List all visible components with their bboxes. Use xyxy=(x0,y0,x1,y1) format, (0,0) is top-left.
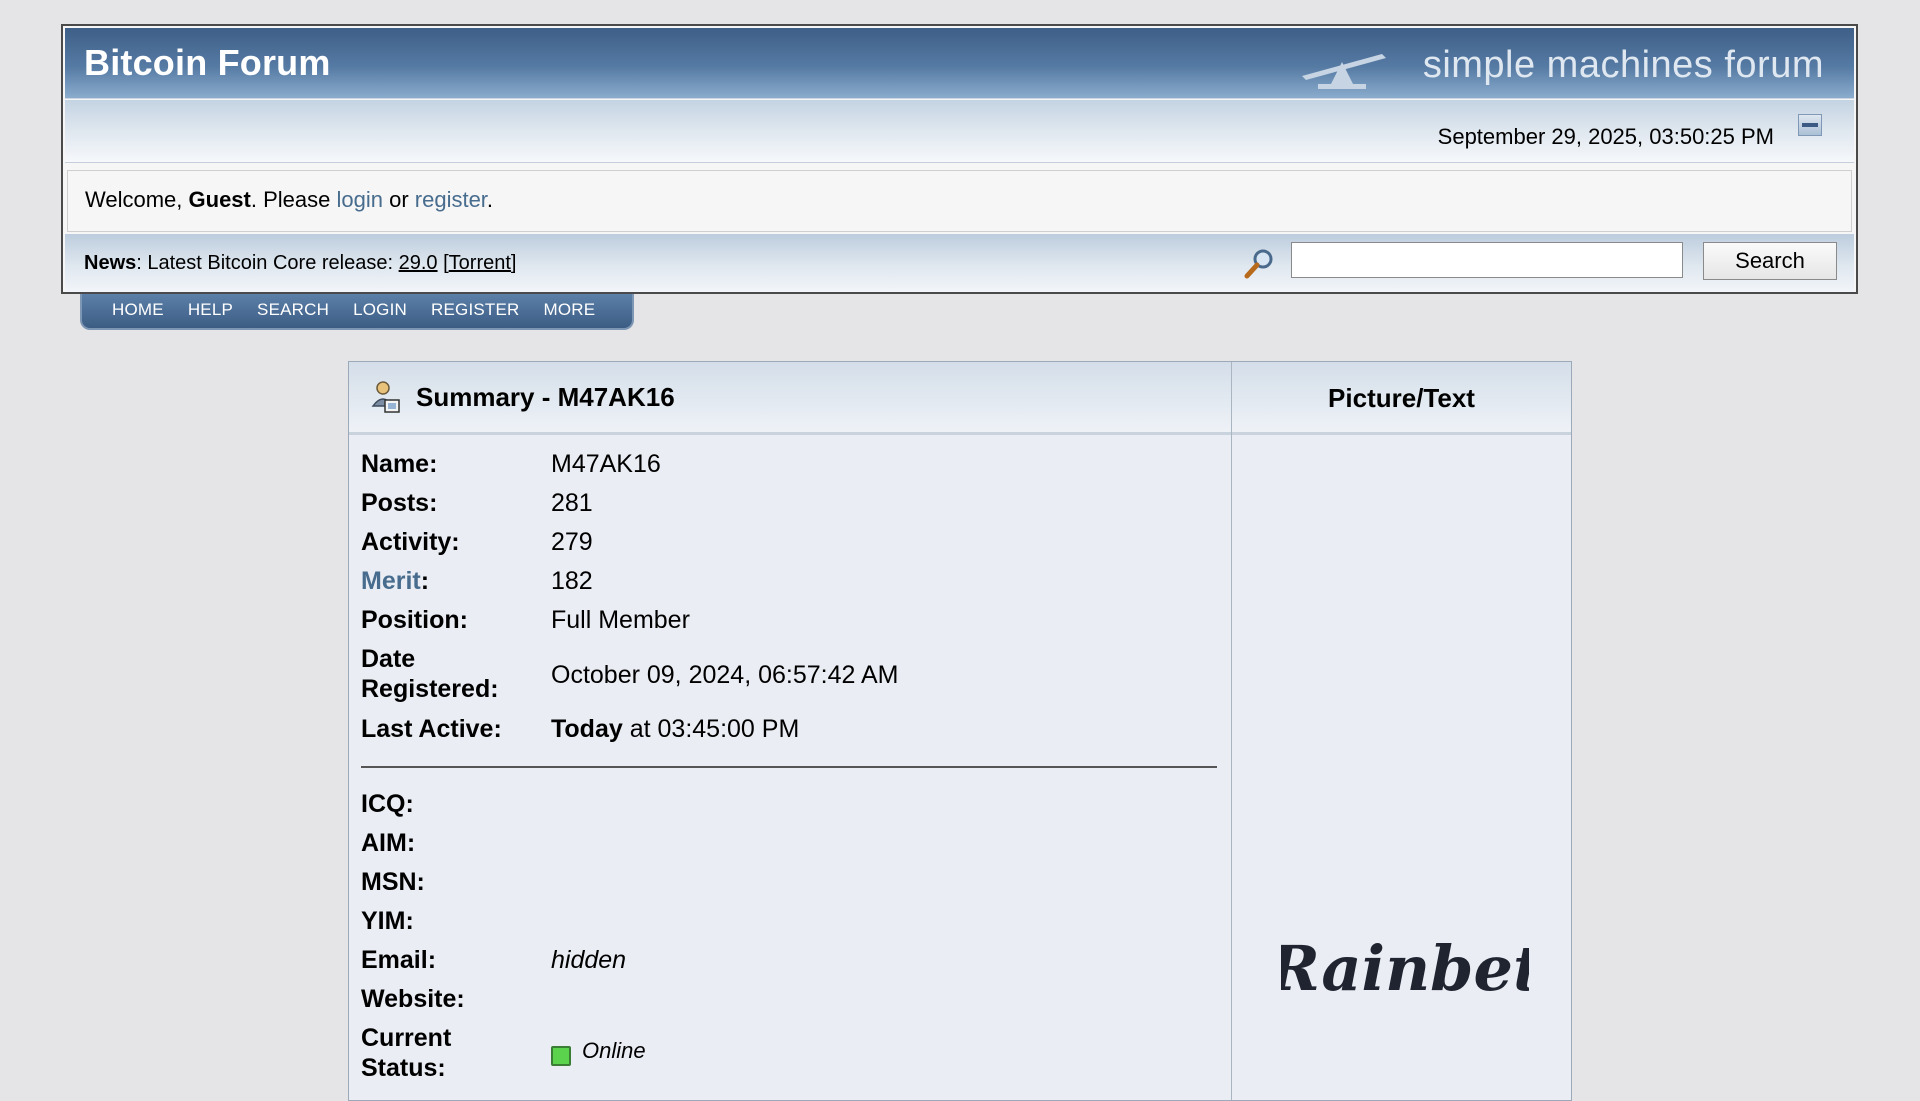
section-divider xyxy=(361,766,1217,768)
last-active-label: Last Active: xyxy=(361,715,502,743)
welcome-middle: . Please xyxy=(250,187,337,212)
email-value: hidden xyxy=(551,946,627,974)
welcome-suffix: . xyxy=(486,187,494,212)
menu-search[interactable]: SEARCH xyxy=(257,300,329,320)
msn-label: MSN: xyxy=(361,868,425,896)
menu-register[interactable]: REGISTER xyxy=(431,300,520,320)
welcome-or: or xyxy=(382,187,415,212)
news-close-bracket: ] xyxy=(510,252,517,274)
merit-label: Merit: xyxy=(361,566,429,596)
merit-link[interactable]: Merit xyxy=(361,567,421,595)
picture-text-header: Picture/Text xyxy=(1328,383,1475,413)
collapse-icon[interactable] xyxy=(1798,114,1822,136)
merit-value: 182 xyxy=(551,567,593,595)
column-divider xyxy=(1231,432,1232,1100)
title-bar: Bitcoin Forum simple machines forum xyxy=(65,28,1854,99)
activity-value: 279 xyxy=(551,528,593,556)
menu-help[interactable]: HELP xyxy=(188,300,233,320)
news-open-bracket: [ xyxy=(437,252,449,274)
name-value: M47AK16 xyxy=(551,450,661,478)
date-registered-label: Date Registered: xyxy=(361,644,499,704)
date-label-line2: Registered: xyxy=(361,675,499,703)
name-label: Name: xyxy=(361,450,438,478)
torrent-link[interactable]: Torrent xyxy=(449,252,511,274)
welcome-text: Welcome, Guest. Please login or register… xyxy=(85,187,493,213)
menu-login[interactable]: LOGIN xyxy=(353,300,407,320)
welcome-prefix: Welcome, xyxy=(85,187,189,212)
website-label: Website: xyxy=(361,985,465,1013)
avatar: Rainbet xyxy=(1281,932,1529,1005)
register-link[interactable]: register xyxy=(415,187,487,212)
position-value: Full Member xyxy=(551,606,690,634)
position-label: Position: xyxy=(361,606,468,634)
profile-summary: Summary - M47AK16 Picture/Text Name: M47… xyxy=(348,361,1572,1101)
news-text: News: Latest Bitcoin Core release: 29.0 … xyxy=(84,252,516,275)
current-status-label: Current Status: xyxy=(361,1023,451,1083)
status-label-line1: Current xyxy=(361,1024,452,1052)
icq-label: ICQ: xyxy=(361,790,414,818)
summary-header: Summary - M47AK16 xyxy=(349,362,1232,432)
user-profile-icon xyxy=(371,381,400,413)
current-datetime: September 29, 2025, 03:50:25 PM xyxy=(1437,124,1774,149)
summary-title: Summary - M47AK16 xyxy=(416,382,675,412)
search-button[interactable]: Search xyxy=(1703,242,1837,280)
forum-title: Bitcoin Forum xyxy=(84,42,331,83)
news-label: News xyxy=(84,252,137,274)
smf-logo-text: simple machines forum xyxy=(1422,44,1824,86)
email-label: Email: xyxy=(361,946,437,974)
search-input[interactable] xyxy=(1291,242,1683,278)
search-icon xyxy=(1244,249,1273,279)
yim-label: YIM: xyxy=(361,907,414,935)
guest-name: Guest xyxy=(188,187,251,212)
last-active-time: at 03:45:00 PM xyxy=(622,715,800,743)
posts-label: Posts: xyxy=(361,489,438,517)
activity-label: Activity: xyxy=(361,528,460,556)
profile-header: Summary - M47AK16 Picture/Text xyxy=(349,362,1571,435)
welcome-bar: Welcome, Guest. Please login or register… xyxy=(67,170,1852,232)
date-bar: September 29, 2025, 03:50:25 PM xyxy=(65,100,1854,163)
news-bar: News: Latest Bitcoin Core release: 29.0 … xyxy=(65,234,1854,292)
last-active-today: Today xyxy=(551,715,623,743)
svg-text:Rainbet: Rainbet xyxy=(1281,932,1529,1005)
aim-label: AIM: xyxy=(361,829,416,857)
login-link[interactable]: login xyxy=(336,187,382,212)
menu-more[interactable]: MORE xyxy=(544,300,596,320)
status-label-line2: Status: xyxy=(361,1054,446,1082)
release-version-link[interactable]: 29.0 xyxy=(399,252,438,274)
posts-value: 281 xyxy=(551,489,593,517)
status-value: Online xyxy=(582,1038,646,1063)
forum-header: Bitcoin Forum simple machines forum Sept… xyxy=(61,24,1858,294)
main-menu: HOME HELP SEARCH LOGIN REGISTER MORE xyxy=(80,294,634,330)
news-body: : Latest Bitcoin Core release: xyxy=(136,252,399,274)
date-registered-value: October 09, 2024, 06:57:42 AM xyxy=(551,661,899,689)
online-status-icon xyxy=(551,1046,571,1066)
menu-home[interactable]: HOME xyxy=(112,300,164,320)
date-label-line1: Date xyxy=(361,645,416,673)
last-active-value: Today at 03:45:00 PM xyxy=(551,714,799,744)
merit-colon: : xyxy=(420,567,430,595)
